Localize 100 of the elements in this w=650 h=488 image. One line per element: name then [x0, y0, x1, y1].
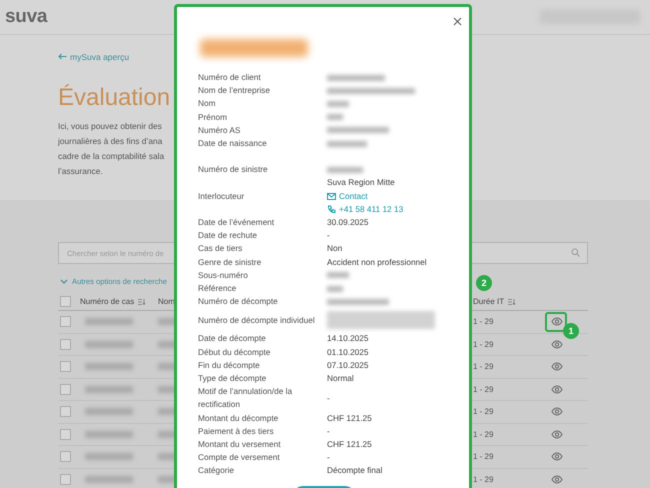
search-icon — [571, 248, 580, 257]
sort-icon[interactable] — [508, 298, 516, 304]
field-value: 30.09.2025 — [327, 217, 369, 228]
field-value: Accident non professionnel — [327, 256, 427, 267]
view-icon[interactable] — [551, 317, 563, 326]
blurred-value — [327, 286, 343, 292]
field-label: Date de l’événement — [198, 216, 276, 230]
phone-link[interactable]: +41 58 411 12 13 — [327, 202, 449, 216]
row-checkbox[interactable] — [60, 474, 71, 485]
field-value: - — [327, 426, 330, 436]
field-value: CHF 121.25 — [327, 439, 372, 450]
blurred-case-number — [85, 476, 133, 483]
column-header[interactable]: Durée IT — [473, 297, 504, 306]
field-label: Numéro AS — [198, 124, 242, 137]
close-icon[interactable] — [453, 17, 462, 26]
view-icon[interactable] — [551, 362, 563, 372]
field-label: Compte de versement — [198, 451, 281, 464]
row-checkbox[interactable] — [60, 384, 71, 395]
blurred-value — [327, 298, 389, 305]
sort-icon[interactable] — [138, 298, 146, 304]
blurred-value — [327, 140, 367, 147]
blurred-value — [327, 127, 389, 134]
blurred-case-number — [85, 363, 133, 370]
field-label: Cas de tiers — [198, 242, 244, 256]
row-checkbox[interactable] — [60, 361, 71, 372]
field-label: Date de décompte — [198, 332, 267, 346]
field-label: Genre de sinistre — [198, 256, 262, 269]
field-value: 14.10.2025 — [327, 333, 369, 344]
blurred-value — [327, 101, 349, 107]
field-label: Nom de l’entreprise — [198, 84, 271, 98]
field-label: Numéro de décompte — [198, 295, 279, 308]
field-label: Fin du décompte — [198, 358, 261, 372]
view-icon[interactable] — [551, 340, 563, 349]
field-value: Décompte final — [327, 465, 382, 476]
field-label: Sous-numéro — [198, 268, 249, 282]
duration-cell-text: 1 - 29 — [473, 384, 494, 394]
duration-cell-text: 1 - 29 — [473, 452, 494, 462]
field-value: - — [327, 230, 330, 240]
field-label: Numéro de sinistre — [198, 163, 269, 176]
field-label: Montant du décompte — [198, 412, 280, 425]
column-header[interactable]: Numéro de cas — [80, 297, 134, 306]
field-value: Normal — [327, 373, 354, 384]
view-icon[interactable] — [551, 452, 563, 462]
blurred-case-number — [85, 408, 133, 416]
field-label: Nom — [198, 97, 217, 110]
chevron-down-icon — [60, 278, 68, 284]
field-label: Type de décompte — [198, 372, 268, 386]
mail-icon — [327, 192, 336, 200]
duration-cell-text: 1 - 29 — [473, 430, 494, 439]
field-label: Date de rechute — [198, 229, 258, 242]
duration-cell-text: 1 - 29 — [473, 340, 494, 349]
row-checkbox[interactable] — [60, 316, 71, 328]
field-value: 01.10.2025 — [327, 346, 369, 357]
blurred-case-number — [85, 453, 133, 460]
step-badge: 1 — [563, 323, 579, 339]
phone-icon — [327, 204, 336, 214]
duration-cell-text: 1 - 29 — [473, 407, 494, 416]
duration-cell-text: 1 - 29 — [473, 474, 494, 484]
field-label: Référence — [198, 282, 238, 296]
field-value: CHF 121.25 — [327, 412, 372, 423]
row-checkbox[interactable] — [60, 338, 71, 350]
blurred-case-number — [85, 340, 133, 348]
field-value: Suva Region Mitte — [327, 176, 396, 190]
view-icon[interactable] — [551, 430, 563, 439]
select-all-checkbox[interactable] — [60, 296, 71, 307]
intro-text: Ici, vous pouvez obtenir des journalières à des fins d’ana cadre de la comptabilité sala l’assurance. — [58, 120, 164, 178]
field-value: Non — [327, 243, 342, 254]
field-label: Début du décompte — [198, 346, 272, 359]
duration-cell-text: 1 - 29 — [473, 362, 494, 372]
blurred-case-number — [85, 386, 133, 393]
field-label: Motif de l’annulation/de la rectification — [198, 385, 294, 412]
field-label: Numéro de client — [198, 71, 262, 84]
field-label: Catégorie — [198, 464, 235, 478]
field-label: Numéro de décompte individuel — [198, 314, 316, 327]
field-label: Date de naissance — [198, 137, 268, 150]
row-checkbox[interactable] — [60, 428, 71, 440]
field-label: Prénom — [198, 110, 228, 124]
blurred-value — [327, 114, 343, 120]
back-link[interactable]: mySuva aperçu — [58, 52, 130, 62]
field-value: 07.10.2025 — [327, 360, 369, 370]
blurred-value — [327, 272, 349, 278]
field-value: - — [327, 392, 330, 403]
duration-cell-text: 1 - 29 — [473, 317, 494, 326]
page-title: Évaluation — [58, 83, 170, 113]
logo[interactable]: suva — [5, 6, 48, 28]
blurred-value — [327, 166, 363, 173]
view-icon[interactable] — [551, 384, 563, 394]
blurred-case-number — [85, 430, 133, 438]
row-checkbox[interactable] — [60, 451, 71, 462]
blurred-case-number — [85, 318, 133, 326]
blurred-value — [327, 74, 385, 81]
contact-link[interactable]: Contact — [327, 190, 449, 203]
view-icon[interactable] — [551, 407, 563, 416]
field-label: Interlocuteur — [198, 190, 246, 203]
view-icon[interactable] — [551, 474, 563, 484]
field-value: - — [327, 452, 330, 462]
field-label: Paiement à des tiers — [198, 424, 275, 438]
row-checkbox[interactable] — [60, 406, 71, 418]
field-label: Montant du versement — [198, 438, 282, 452]
arrow-left-icon — [58, 53, 67, 60]
